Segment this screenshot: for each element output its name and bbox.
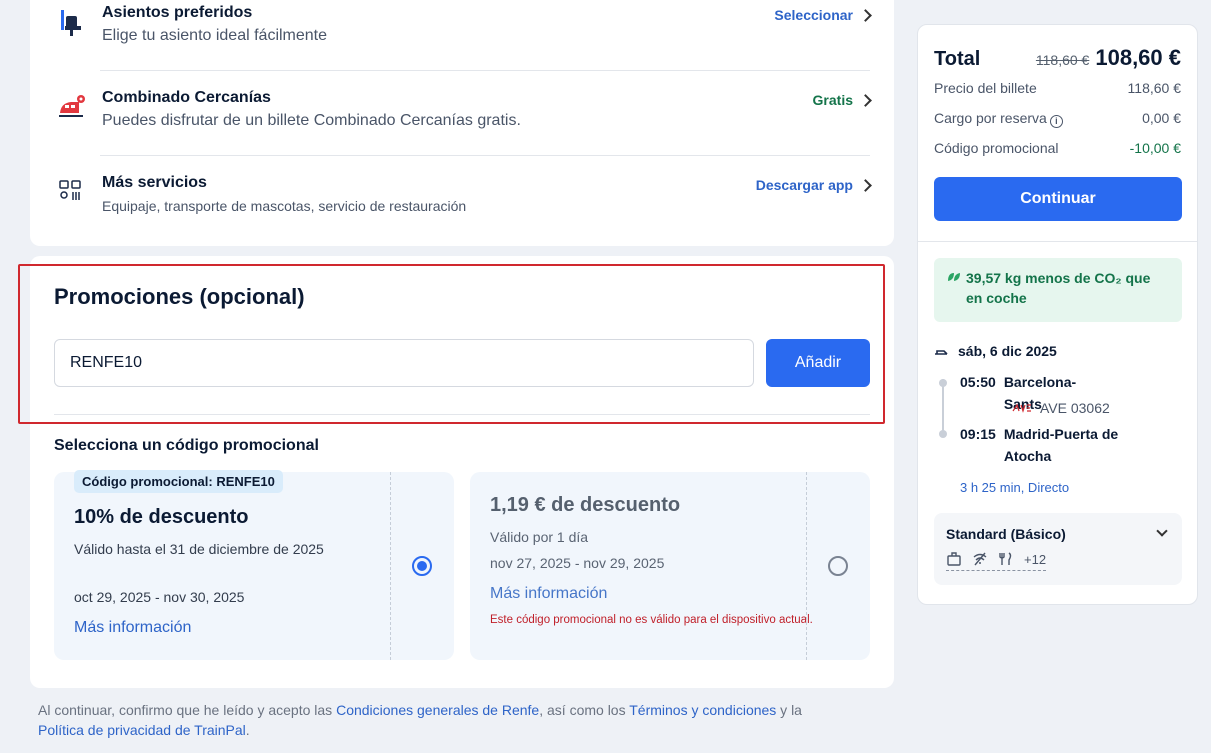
select-seat-link[interactable]: Seleccionar [774,7,872,23]
arrival-stop: 09:15 Madrid-Puerta de Atocha [960,423,1144,467]
service-title: Combinado Cercanías [102,89,271,106]
promo-code-input[interactable] [54,339,754,387]
service-title: Más servicios [102,174,207,191]
departure-time: 05:50 [960,374,996,390]
renfe-conditions-link[interactable]: Condiciones generales de Renfe [336,702,539,718]
amenities-more-count: +12 [1024,551,1047,567]
divider [54,414,870,415]
chevron-down-icon[interactable] [1156,525,1168,537]
fare-title: Standard (Básico) [946,526,1066,542]
price-row-promo: Código promocional -10,00 € [934,140,1181,156]
timeline-dot [939,379,947,387]
cercanias-free-label: Gratis [812,92,853,108]
service-more: Más servicios Equipaje, transporte de ma… [54,174,872,228]
price-value: -10,00 € [1129,140,1181,156]
legal-text-part: Al continuar, confirmo que he leído y ac… [38,702,337,718]
price-value: 0,00 € [1142,110,1181,126]
total-row: Total 118,60 € 108,60 € [934,45,1181,71]
download-app-link[interactable]: Descargar app [755,177,872,193]
train-number: AVE 03062 [1040,400,1110,416]
coupon-body: 1,19 € de descuento Válido por 1 día nov… [470,472,813,660]
timeline [942,379,944,435]
chevron-right-icon [859,94,872,107]
trip-date: sáb, 6 dic 2025 [934,343,1057,359]
promotions-card: Promociones (opcional) Añadir Selecciona… [30,256,894,688]
price-label: Precio del billete [934,80,1037,96]
legal-text-part: y la [776,702,802,718]
divider [100,70,870,71]
fare-box[interactable]: Standard (Básico) +12 [934,513,1182,585]
seat-icon [61,10,81,36]
legal-text-part: , así como los [539,702,630,718]
download-app-label: Descargar app [755,177,853,193]
coupon-more-info-link[interactable]: Más información [74,619,191,637]
price-label: Código promocional [934,140,1059,156]
promo-coupon-discount[interactable]: 1,19 € de descuento Válido por 1 día nov… [470,472,870,660]
total-price: 108,60 € [1095,45,1181,70]
coupon-radio-unselected[interactable] [828,556,848,576]
info-icon[interactable]: i [1049,115,1063,128]
co2-banner: 39,57 kg menos de CO₂ que en coche [934,258,1182,322]
departure-icon [935,350,948,355]
coupon-title: 10% de descuento [74,506,249,528]
booking-summary: Total 118,60 € 108,60 € Precio del bille… [917,24,1198,605]
arrival-station: Madrid-Puerta de Atocha [1003,426,1119,464]
train-icon [59,95,85,117]
services-card: Asientos preferidos Elige tu asiento ide… [30,0,894,246]
legal-text-part: . [245,722,250,738]
trip-duration: 3 h 25 min, Directo [960,480,1070,495]
promo-coupon-renfe10[interactable]: Código promocional: RENFE10 10% de descu… [54,470,454,660]
select-promo-title: Selecciona un código promocional [54,437,319,454]
add-promo-button[interactable]: Añadir [766,339,870,387]
cercanias-free-link[interactable]: Gratis [812,92,872,108]
service-subtitle: Puedes disfrutar de un billete Combinado… [102,112,521,129]
amenities[interactable]: +12 [946,551,1047,571]
coupon-body: Código promocional: RENFE10 10% de descu… [54,470,387,660]
luggage-icon [947,552,961,566]
legal-text: Al continuar, confirmo que he leído y ac… [38,700,878,740]
price-value: 118,60 € [1127,80,1181,96]
coupon-dates: nov 27, 2025 - nov 29, 2025 [490,555,665,571]
price-row-ticket: Precio del billete 118,60 € [934,80,1181,96]
service-title: Asientos preferidos [102,4,253,21]
total-label: Total [934,48,981,70]
chevron-right-icon [859,9,872,22]
arrival-time: 09:15 [960,426,996,442]
no-wifi-icon [973,552,987,566]
promotions-title: Promociones (opcional) [54,284,305,309]
coupon-radio-selected[interactable] [412,556,432,576]
coupon-title: 1,19 € de descuento [490,494,681,516]
divider [918,241,1197,242]
coupon-error: Este código promocional no es válido par… [490,614,813,626]
price-label: Cargo por reserva [934,110,1047,126]
timeline-dot [939,430,947,438]
train-info: AVE 03062 [1012,400,1110,416]
service-subtitle: Elige tu asiento ideal fácilmente [102,27,328,44]
chevron-right-icon [859,179,872,192]
restaurant-icon [999,552,1012,565]
coupon-dates: oct 29, 2025 - nov 30, 2025 [74,589,245,605]
leaf-icon [948,273,960,281]
trip-date-text: sáb, 6 dic 2025 [958,343,1057,359]
price-row-fee: Cargo por reserva i 0,00 € [934,110,1181,128]
coupon-validity: Válido por 1 día [490,529,589,545]
continue-button[interactable]: Continuar [934,177,1182,221]
service-subtitle: Equipaje, transporte de mascotas, servic… [102,198,467,214]
coupon-more-info-link[interactable]: Más información [490,585,607,603]
divider [100,155,870,156]
coupon-validity: Válido hasta el 31 de diciembre de 2025 [74,541,324,557]
service-cercanias: Combinado Cercanías Puedes disfrutar de … [54,89,872,143]
ave-logo-icon [1012,403,1031,413]
coupon-tag: Código promocional: RENFE10 [74,470,283,493]
privacy-policy-link[interactable]: Política de privacidad de TrainPal [38,722,246,738]
co2-text: 39,57 kg menos de CO₂ que en coche [966,270,1151,306]
total-old-price: 118,60 € [1035,52,1090,68]
services-icon [59,180,81,200]
select-seat-label: Seleccionar [774,7,853,23]
terms-link[interactable]: Términos y condiciones [629,702,776,718]
service-seats: Asientos preferidos Elige tu asiento ide… [54,4,872,58]
